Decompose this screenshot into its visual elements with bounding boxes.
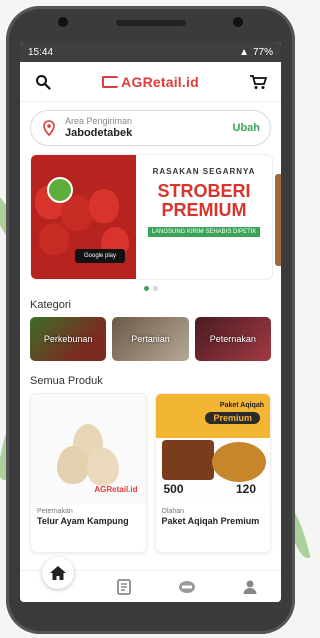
- banner-headline-2: PREMIUM: [161, 199, 247, 220]
- bottom-nav: [20, 557, 281, 602]
- search-button[interactable]: [32, 71, 54, 93]
- promo-banner[interactable]: Google play RASAKAN SEGARNYA STROBERI PR…: [30, 154, 273, 280]
- brand-logo: AGRetail.id: [102, 74, 199, 90]
- banner-tagline: RASAKAN SEGARNYA: [152, 167, 256, 176]
- phone-frame: 15:44 ▲ 77% AGRetail.id Area Pengiriman …: [6, 6, 295, 634]
- category-pertanian[interactable]: Pertanian: [112, 317, 189, 361]
- nav-profile[interactable]: [239, 576, 261, 598]
- category-label: Peternakan: [209, 334, 256, 344]
- product-name: Paket Aqiqah Premium: [161, 516, 260, 526]
- app-screen: 15:44 ▲ 77% AGRetail.id Area Pengiriman …: [20, 42, 281, 602]
- camera: [58, 17, 68, 27]
- category-label: Perkebunan: [43, 334, 93, 344]
- banner-headline-1: STROBERI: [157, 181, 251, 201]
- status-time: 15:44: [28, 46, 54, 58]
- category-perkebunan[interactable]: Perkebunan: [30, 317, 107, 361]
- google-play-badge: Google play: [75, 249, 125, 263]
- search-icon: [36, 74, 51, 90]
- location-pin-icon: [43, 120, 55, 136]
- category-label: Pertanian: [131, 334, 170, 344]
- product-grid: AGRetail.id Peternakan Telur Ayam Kampun…: [20, 393, 281, 553]
- user-icon: [243, 580, 257, 594]
- banner-copy: RASAKAN SEGARNYA STROBERI PREMIUM LANGSU…: [136, 155, 272, 279]
- logo-mark: [102, 75, 119, 88]
- nav-orders[interactable]: [113, 576, 135, 598]
- brand-badge: [47, 177, 73, 203]
- delivery-area-text: Area Pengiriman Jabodetabek: [65, 116, 225, 139]
- sate-photo: [161, 440, 214, 480]
- status-bar: 15:44 ▲ 77%: [20, 42, 281, 62]
- product-info: Peternakan Telur Ayam Kampung: [31, 504, 146, 530]
- image-watermark: AGRetail.id: [94, 485, 138, 494]
- product-card[interactable]: AGRetail.id Peternakan Telur Ayam Kampun…: [30, 393, 147, 553]
- signal-icon: ▲: [239, 46, 249, 58]
- camera: [233, 17, 243, 27]
- products-title: Semua Produk: [30, 375, 103, 387]
- cart-icon: [250, 74, 267, 89]
- delivery-area-value: Jabodetabek: [65, 126, 133, 139]
- nav-news[interactable]: [176, 576, 198, 598]
- change-area-link[interactable]: Ubah: [233, 122, 261, 134]
- product-card[interactable]: Paket Aqiqah Premium 500 120 Olahan Pake…: [154, 393, 271, 553]
- product-image-aqiqah: Paket Aqiqah Premium 500 120: [155, 394, 270, 504]
- image-title: Paket Aqiqah: [219, 402, 264, 409]
- nav-home[interactable]: [42, 557, 74, 589]
- category-peternakan[interactable]: Peternakan: [194, 317, 271, 361]
- product-category: Peternakan: [37, 508, 73, 515]
- product-category: Olahan: [161, 508, 185, 515]
- strawberry-photo: Google play: [31, 155, 136, 279]
- top-bar: AGRetail.id: [20, 62, 281, 102]
- home-icon: [50, 566, 66, 580]
- image-badge: Premium: [205, 412, 260, 424]
- receipt-icon: [117, 578, 131, 595]
- speaker: [115, 20, 186, 26]
- category-list: Perkebunan Pertanian Peternakan: [20, 317, 281, 361]
- next-banner-peek: [275, 174, 281, 266]
- image-count-b: 120: [235, 482, 256, 496]
- banner-subline: LANGSUNG KIRIM SEHABIS DIPETIK: [147, 226, 261, 237]
- brand-name: AGRetail.id: [121, 73, 199, 90]
- carousel-dots: [20, 286, 281, 291]
- carousel-dot-active[interactable]: [143, 286, 149, 291]
- promo-carousel[interactable]: Google play RASAKAN SEGARNYA STROBERI PR…: [20, 154, 281, 284]
- product-name: Telur Ayam Kampung: [37, 516, 129, 526]
- battery-level: 77%: [252, 46, 273, 58]
- news-icon: [178, 580, 195, 593]
- carousel-dot[interactable]: [152, 286, 158, 291]
- product-info: Olahan Paket Aqiqah Premium: [156, 504, 271, 530]
- image-count-a: 500: [163, 482, 184, 496]
- gulai-photo: [212, 442, 266, 482]
- categories-title: Kategori: [30, 299, 71, 311]
- delivery-area-selector[interactable]: Area Pengiriman Jabodetabek Ubah: [30, 110, 271, 146]
- product-image-eggs: AGRetail.id: [31, 394, 146, 504]
- delivery-area-label: Area Pengiriman: [65, 116, 133, 126]
- cart-button[interactable]: [247, 71, 269, 93]
